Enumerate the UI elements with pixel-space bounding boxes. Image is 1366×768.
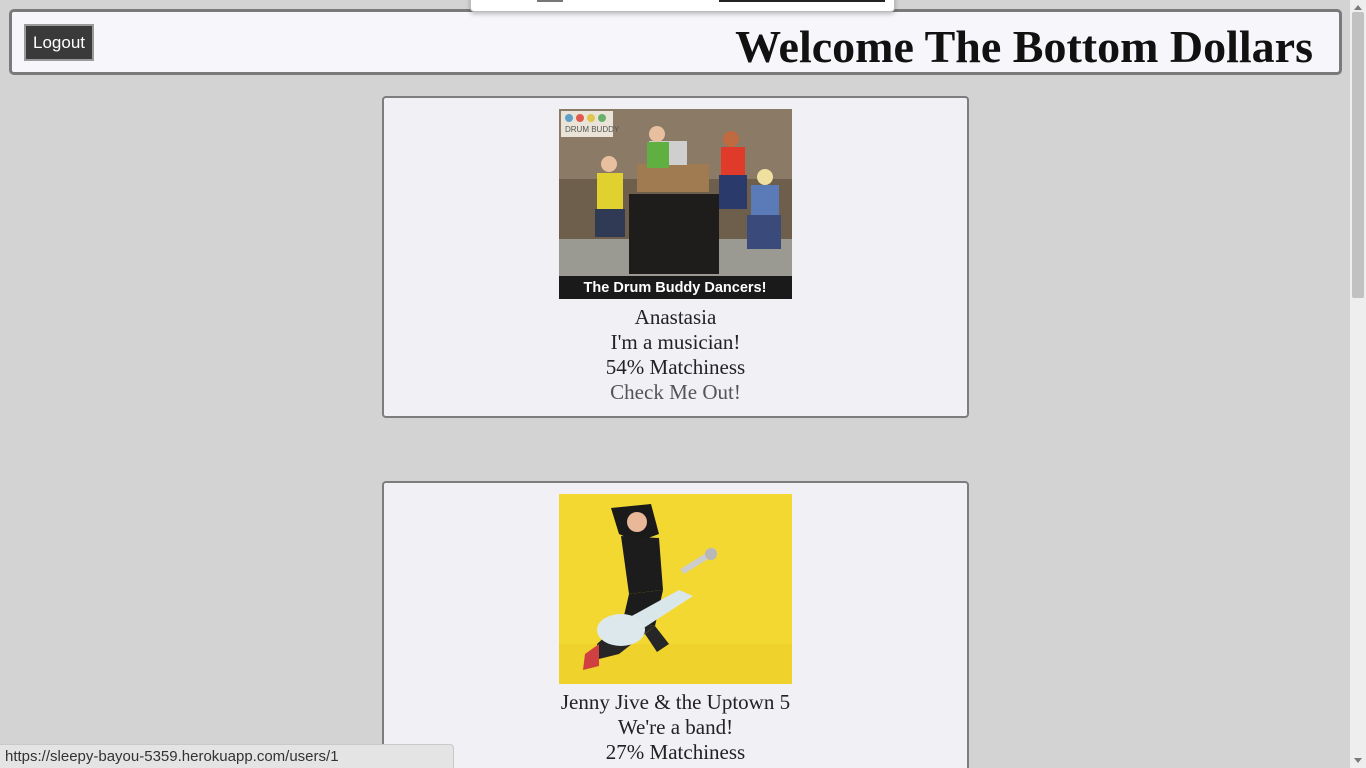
profile-card: DRUM BUDDY The Drum Buddy Dancers! Anast… bbox=[382, 96, 969, 418]
page-title: Welcome The Bottom Dollars bbox=[735, 21, 1313, 72]
profile-name: Anastasia bbox=[634, 305, 717, 329]
drum-buddy-logo-text: DRUM BUDDY bbox=[565, 125, 620, 134]
scroll-down-arrow-icon[interactable] bbox=[1354, 758, 1362, 763]
scrollbar-thumb[interactable] bbox=[1352, 12, 1364, 298]
popup-text-fragment bbox=[537, 0, 563, 2]
popup-link-fragment[interactable] bbox=[719, 0, 885, 2]
scroll-up-arrow-icon[interactable] bbox=[1354, 5, 1362, 10]
header-bar: Logout Welcome The Bottom Dollars bbox=[9, 9, 1342, 75]
profile-card: Jenny Jive & the Uptown 5 We're a band! … bbox=[382, 481, 969, 768]
vertical-scrollbar[interactable] bbox=[1350, 0, 1366, 768]
logout-button[interactable]: Logout bbox=[24, 24, 94, 61]
profile-tagline: We're a band! bbox=[617, 715, 734, 739]
profile-tagline: I'm a musician! bbox=[610, 330, 741, 354]
profile-photo[interactable]: DRUM BUDDY The Drum Buddy Dancers! bbox=[559, 109, 792, 299]
check-me-out-link[interactable]: Check Me Out! bbox=[384, 380, 967, 405]
profile-name: Jenny Jive & the Uptown 5 bbox=[560, 690, 791, 714]
match-score: 54% Matchiness bbox=[605, 355, 746, 379]
photo-caption: The Drum Buddy Dancers! bbox=[584, 280, 767, 296]
profile-photo[interactable] bbox=[559, 494, 792, 684]
link-status-bar: https://sleepy-bayou-5359.herokuapp.com/… bbox=[0, 744, 454, 768]
match-score: 27% Matchiness bbox=[605, 740, 746, 764]
dropdown-popup[interactable] bbox=[470, 0, 895, 12]
